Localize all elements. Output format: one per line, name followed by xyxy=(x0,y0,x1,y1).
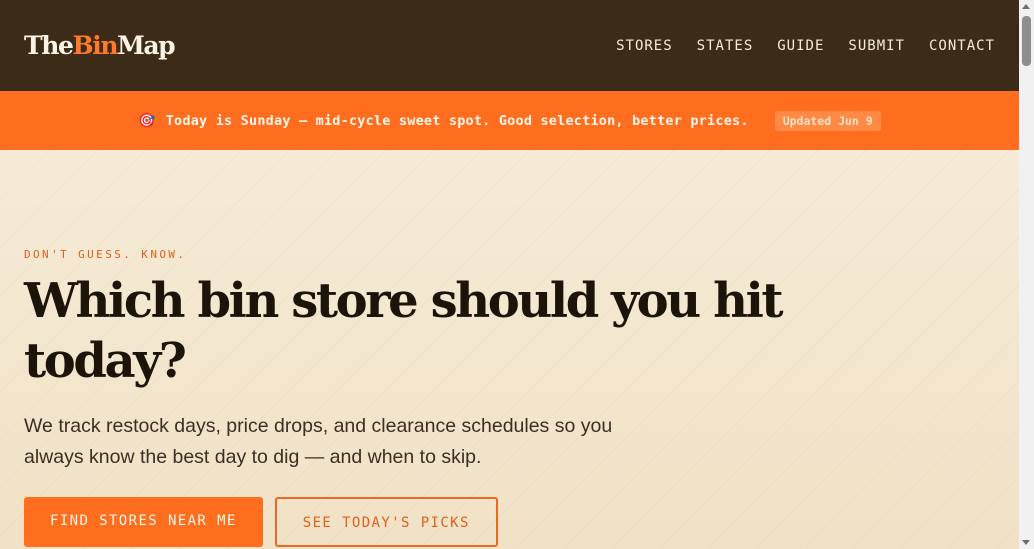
hero-subtext: We track restock days, price drops, and … xyxy=(24,415,613,468)
find-stores-button[interactable]: FIND STORES NEAR ME xyxy=(24,497,263,547)
todays-picks-button[interactable]: SEE TODAY'S PICKS xyxy=(274,497,498,547)
scrollbar-thumb[interactable] xyxy=(1022,16,1031,66)
site-header: The Bin Map STORES STATES GUIDE SUBMIT C… xyxy=(0,0,1019,91)
hero-headline: Which bin store should you hit today? xyxy=(24,273,784,389)
hero-eyebrow: DON'T GUESS. KNOW. xyxy=(24,248,187,261)
site-logo[interactable]: The Bin Map xyxy=(24,31,176,60)
nav-contact[interactable]: CONTACT xyxy=(929,38,995,54)
nav-submit[interactable]: SUBMIT xyxy=(848,38,905,54)
scroll-up-arrow-icon[interactable] xyxy=(1022,4,1030,9)
hero-section: DON'T GUESS. KNOW. Which bin store shoul… xyxy=(0,150,1019,549)
hero-cta-row: FIND STORES NEAR ME SEE TODAY'S PICKS xyxy=(24,497,995,547)
page: The Bin Map STORES STATES GUIDE SUBMIT C… xyxy=(0,0,1019,549)
logo-text-bin: Bin xyxy=(72,31,119,60)
nav-states[interactable]: STATES xyxy=(697,38,754,54)
target-icon: 🎯 xyxy=(138,112,156,129)
announcement-message: Today is Sunday — mid-cycle sweet spot. … xyxy=(165,112,749,129)
main-nav: STORES STATES GUIDE SUBMIT CONTACT xyxy=(592,38,995,54)
logo-text-the: The xyxy=(24,31,74,60)
page-scrollbar[interactable] xyxy=(1019,0,1034,549)
announcement-bar: 🎯 Today is Sunday — mid-cycle sweet spot… xyxy=(0,91,1019,150)
logo-text-map: Map xyxy=(117,31,176,60)
updated-badge: Updated Jun 9 xyxy=(774,110,881,131)
nav-stores[interactable]: STORES xyxy=(616,38,673,54)
scroll-down-arrow-icon[interactable] xyxy=(1022,540,1030,545)
nav-guide[interactable]: GUIDE xyxy=(777,38,824,54)
